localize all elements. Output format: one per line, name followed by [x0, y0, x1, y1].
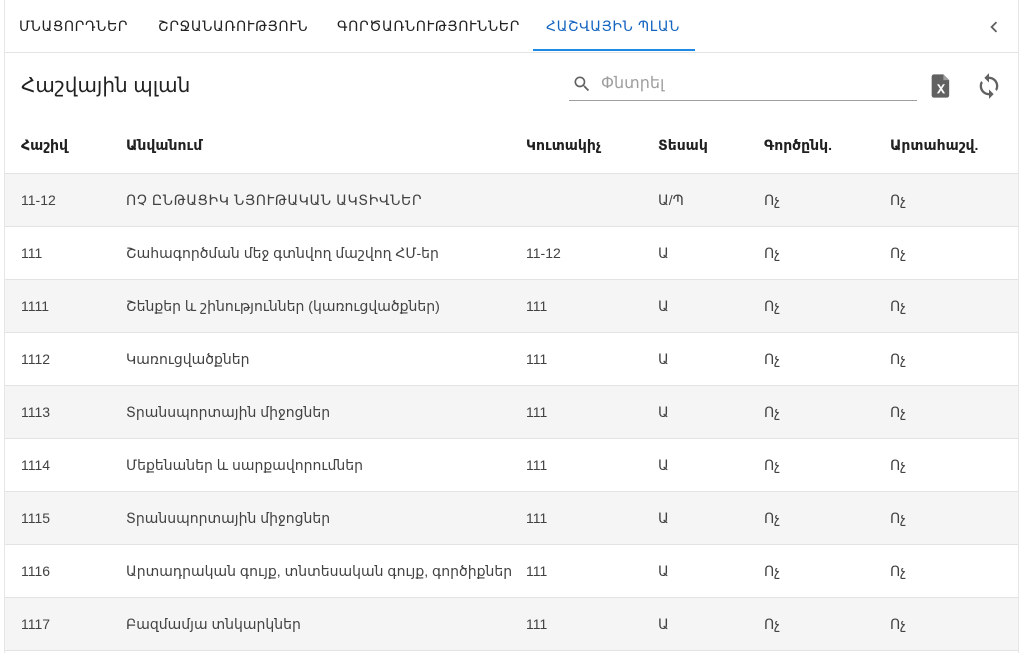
cell-name: Կառուցվածքներ	[126, 351, 250, 367]
chevron-left-icon[interactable]	[983, 16, 1005, 38]
table-row[interactable]: 11-12 ՈՉ ԸՆԹԱՑԻԿ ՆՅՈՒԹԱԿԱՆ ԱԿՏԻՎՆԵՐ Ա/Պ …	[5, 174, 1018, 227]
cell-accumulator: 111	[526, 351, 548, 367]
table-row[interactable]: 1113 Տրանսպորտային միջոցներ 111 Ա Ոչ Ոչ	[5, 386, 1018, 439]
cell-account: 1113	[21, 404, 51, 420]
cell-offbalance: Ոչ	[890, 457, 906, 473]
cell-account: 111	[21, 245, 43, 261]
cell-name: Արտադրական գույք, տնտեսական գույք, գործի…	[126, 563, 513, 579]
cell-partner: Ոչ	[764, 351, 780, 367]
cell-offbalance: Ոչ	[890, 298, 906, 314]
column-header-partner[interactable]: Գործընկ.	[764, 120, 832, 173]
cell-accumulator: 111	[526, 457, 548, 473]
column-header-name[interactable]: Անվանում	[126, 120, 202, 173]
tab-chart-of-accounts[interactable]: ՀԱՇՎԱՅԻՆ ՊԼԱՆ	[546, 0, 680, 52]
tab-turnover[interactable]: ՇՐՋԱՆԱՌՈՒԹՅՈՒՆ	[158, 0, 308, 52]
search-box	[569, 66, 917, 101]
cell-account: 1117	[21, 616, 51, 632]
cell-name: Տրանսպորտային միջոցներ	[126, 510, 331, 526]
cell-partner: Ոչ	[764, 510, 780, 526]
cell-partner: Ոչ	[764, 192, 780, 208]
cell-type: Ա/Պ	[658, 192, 684, 208]
cell-partner: Ոչ	[764, 404, 780, 420]
refresh-icon[interactable]	[975, 72, 1003, 100]
cell-accumulator: 111	[526, 616, 548, 632]
chart-of-accounts-panel: ՄՆԱՑՈՐԴՆԵՐ ՇՐՋԱՆԱՌՈՒԹՅՈՒՆ ԳՈՐԾԱՌՆՈՒԹՅՈՒՆ…	[4, 0, 1019, 653]
cell-partner: Ոչ	[764, 457, 780, 473]
cell-account: 11-12	[21, 192, 56, 208]
cell-accumulator: 111	[526, 298, 548, 314]
cell-account: 1116	[21, 563, 51, 579]
column-header-offbalance[interactable]: Արտահաշվ.	[890, 120, 978, 173]
table-row[interactable]: 1114 Մեքենաներ և սարքավորումներ 111 Ա Ոչ…	[5, 439, 1018, 492]
cell-offbalance: Ոչ	[890, 616, 906, 632]
column-header-account[interactable]: Հաշիվ	[21, 120, 68, 173]
table-row[interactable]: 1115 Տրանսպորտային միջոցներ 111 Ա Ոչ Ոչ	[5, 492, 1018, 545]
cell-accumulator: 11-12	[526, 245, 561, 261]
cell-account: 1115	[21, 510, 51, 526]
cell-partner: Ոչ	[764, 616, 780, 632]
table-header: Հաշիվ Անվանում Կուտակիչ Տեսակ Գործընկ. Ա…	[5, 120, 1018, 174]
column-header-accumulator[interactable]: Կուտակիչ	[526, 120, 601, 173]
cell-accumulator: 111	[526, 510, 548, 526]
cell-type: Ա	[658, 245, 669, 261]
search-icon	[574, 76, 590, 92]
tab-transactions[interactable]: ԳՈՐԾԱՌՆՈՒԹՅՈՒՆՆԵՐ	[337, 0, 520, 52]
cell-accumulator: 111	[526, 563, 548, 579]
table-row[interactable]: 1117 Բազմամյա տնկարկներ 111 Ա Ոչ Ոչ	[5, 598, 1018, 651]
excel-export-icon[interactable]	[927, 72, 955, 100]
cell-offbalance: Ոչ	[890, 510, 906, 526]
cell-name: Բազմամյա տնկարկներ	[126, 616, 301, 632]
cell-type: Ա	[658, 404, 669, 420]
tab-bar: ՄՆԱՑՈՐԴՆԵՐ ՇՐՋԱՆԱՌՈՒԹՅՈՒՆ ԳՈՐԾԱՌՆՈՒԹՅՈՒՆ…	[5, 0, 1018, 53]
page-title: Հաշվային պլան	[21, 75, 191, 97]
active-tab-indicator	[533, 49, 695, 51]
cell-offbalance: Ոչ	[890, 351, 906, 367]
table-row[interactable]: 1112 Կառուցվածքներ 111 Ա Ոչ Ոչ	[5, 333, 1018, 386]
cell-name: Շահագործման մեջ գտնվող մաշվող ՀՄ-եր	[126, 245, 439, 261]
cell-name: Մեքենաներ և սարքավորումներ	[126, 457, 364, 473]
cell-accumulator: 111	[526, 404, 548, 420]
cell-partner: Ոչ	[764, 298, 780, 314]
cell-offbalance: Ոչ	[890, 192, 906, 208]
column-header-type[interactable]: Տեսակ	[658, 120, 708, 173]
accounts-table: Հաշիվ Անվանում Կուտակիչ Տեսակ Գործընկ. Ա…	[5, 120, 1018, 651]
table-row[interactable]: 111 Շահագործման մեջ գտնվող մաշվող ՀՄ-եր …	[5, 227, 1018, 280]
cell-type: Ա	[658, 563, 669, 579]
search-input[interactable]	[601, 73, 901, 95]
cell-partner: Ոչ	[764, 245, 780, 261]
cell-name: Շենքեր և շինություններ (կառուցվածքներ)	[126, 298, 440, 314]
table-row[interactable]: 1111 Շենքեր և շինություններ (կառուցվածքն…	[5, 280, 1018, 333]
cell-name: ՈՉ ԸՆԹԱՑԻԿ ՆՅՈՒԹԱԿԱՆ ԱԿՏԻՎՆԵՐ	[126, 192, 423, 208]
cell-name: Տրանսպորտային միջոցներ	[126, 404, 331, 420]
cell-type: Ա	[658, 616, 669, 632]
cell-account: 1111	[21, 298, 50, 314]
cell-type: Ա	[658, 457, 669, 473]
cell-offbalance: Ոչ	[890, 404, 906, 420]
cell-type: Ա	[658, 351, 669, 367]
table-row[interactable]: 1116 Արտադրական գույք, տնտեսական գույք, …	[5, 545, 1018, 598]
cell-offbalance: Ոչ	[890, 245, 906, 261]
cell-account: 1114	[21, 457, 51, 473]
cell-partner: Ոչ	[764, 563, 780, 579]
cell-type: Ա	[658, 298, 669, 314]
cell-offbalance: Ոչ	[890, 563, 906, 579]
tab-balances[interactable]: ՄՆԱՑՈՐԴՆԵՐ	[19, 0, 128, 52]
cell-account: 1112	[21, 351, 51, 367]
cell-type: Ա	[658, 510, 669, 526]
